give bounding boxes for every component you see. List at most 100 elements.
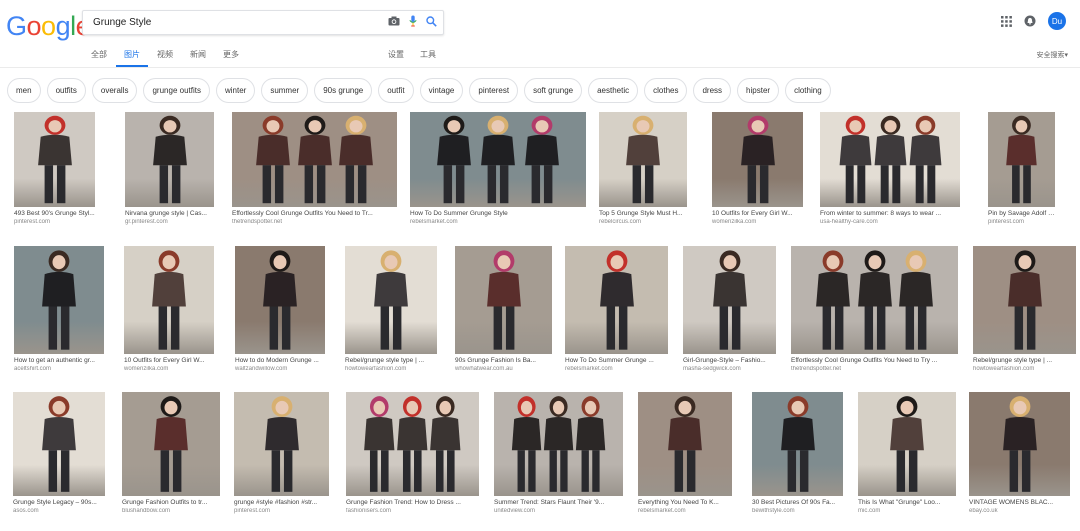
image-thumbnail[interactable] [638,392,732,496]
image-thumbnail[interactable] [683,246,776,354]
image-caption[interactable]: 30 Best Pictures Of 90s Fa... [752,499,843,506]
image-thumbnail[interactable] [820,112,960,207]
image-caption[interactable]: 90s Grunge Fashion Is Ba... [455,357,552,364]
image-thumbnail[interactable] [565,246,668,354]
related-chip[interactable]: pinterest [469,78,519,103]
related-chip[interactable]: overalls [91,78,138,103]
image-thumbnail[interactable] [858,392,956,496]
related-chip[interactable]: grunge outfits [143,78,210,103]
image-thumbnail[interactable] [122,392,220,496]
image-caption[interactable]: Grunge Fashion Trend: How to Dress ... [346,499,479,506]
image-caption[interactable]: From winter to summer: 8 ways to wear ..… [820,210,960,217]
image-result[interactable]: Effortlessly Cool Grunge Outfits You Nee… [232,112,397,225]
image-result[interactable]: How to get an authentic gr... aceltshirt.… [14,246,104,372]
image-result[interactable]: How To Do Summer Grunge Style rebelsmarke… [410,112,586,225]
image-thumbnail[interactable] [13,392,105,496]
tab-images[interactable]: 图片 [116,49,148,67]
image-thumbnail[interactable] [969,392,1070,496]
image-thumbnail[interactable] [124,246,214,354]
image-thumbnail[interactable] [712,112,803,207]
image-result[interactable]: Girl-Grunge-Style – Fashio... masha-sedgw… [683,246,776,372]
related-chip[interactable]: aesthetic [588,78,639,103]
tab-news[interactable]: 新闻 [190,49,206,67]
image-result[interactable]: grunge #style #fashion #str... pinterest.… [234,392,329,514]
image-thumbnail[interactable] [599,112,687,207]
image-caption[interactable]: VINTAGE WOMENS BLAC... [969,499,1070,506]
image-caption[interactable]: 493 Best 90's Grunge Styl... [14,210,95,217]
image-caption[interactable]: Summer Trend: Stars Flaunt Their '9... [494,499,623,506]
image-caption[interactable]: How to do Modern Grunge ... [235,357,325,364]
image-result[interactable]: Everything You Need To K... rebelsmarket.… [638,392,732,514]
image-caption[interactable]: How to get an authentic gr... [14,357,104,364]
microphone-icon[interactable] [409,15,417,27]
tab-videos[interactable]: 视频 [157,49,173,67]
related-chip[interactable]: clothes [644,78,688,103]
related-chip[interactable]: soft grunge [524,78,583,103]
image-caption[interactable]: Pin by Savage Adolf on Gr... [988,210,1055,217]
image-result[interactable]: Pin by Savage Adolf on Gr... pinterest.co… [988,112,1055,225]
related-chip[interactable]: clothing [785,78,831,103]
image-result[interactable]: 10 Outfits for Every Girl W... womenzilka… [712,112,803,225]
camera-icon[interactable] [388,16,400,26]
image-result[interactable]: 493 Best 90's Grunge Styl... pinterest.co… [14,112,95,225]
image-thumbnail[interactable] [14,112,95,207]
image-thumbnail[interactable] [345,246,437,354]
image-caption[interactable]: Rebel/grunge style type | ... [973,357,1076,364]
image-result[interactable]: 90s Grunge Fashion Is Ba... whowhatwear.c… [455,246,552,372]
search-input[interactable]: Grunge Style [93,17,151,28]
image-caption[interactable]: How To Do Summer Grunge ... [565,357,668,364]
image-result[interactable]: VINTAGE WOMENS BLAC... ebay.co.uk [969,392,1070,514]
image-caption[interactable]: Effortlessly Cool Grunge Outfits You Nee… [232,210,397,217]
safesearch-toggle[interactable]: 安全搜索▾ [1036,50,1068,60]
image-result[interactable]: Grunge Fashion Trend: How to Dress ... fa… [346,392,479,514]
settings-link[interactable]: 设置 [388,49,404,67]
related-chip[interactable]: dress [693,78,732,103]
image-result[interactable]: Rebel/grunge style type | ... howtowearfa… [973,246,1076,372]
related-chip[interactable]: hipster [737,78,780,103]
tab-all[interactable]: 全部 [91,49,107,67]
image-result[interactable]: Grunge Style Legacy – 90s... asos.com [13,392,105,514]
tab-more[interactable]: 更多 [223,49,239,67]
image-result[interactable]: Top 5 Grunge Style Must H... rebelcircus.… [599,112,687,225]
image-caption[interactable]: Everything You Need To K... [638,499,732,506]
image-thumbnail[interactable] [235,246,325,354]
image-result[interactable]: Rebel/grunge style type | ... howtowearfa… [345,246,437,372]
image-result[interactable]: Summer Trend: Stars Flaunt Their '9... un… [494,392,623,514]
image-caption[interactable]: Grunge Fashion Outfits to tr... [122,499,220,506]
image-thumbnail[interactable] [125,112,214,207]
image-caption[interactable]: 10 Outfits for Every Girl W... [712,210,803,217]
image-thumbnail[interactable] [973,246,1076,354]
account-avatar[interactable]: Du [1048,12,1066,30]
related-chip[interactable]: outfit [378,78,414,103]
tools-link[interactable]: 工具 [420,49,436,67]
related-chip[interactable]: summer [261,78,309,103]
notifications-icon[interactable] [1024,15,1036,27]
image-result[interactable]: Nirvana grunge style | Cas... gr.pinteres… [125,112,214,225]
image-thumbnail[interactable] [455,246,552,354]
image-thumbnail[interactable] [752,392,843,496]
related-chip[interactable]: winter [215,78,256,103]
related-chip[interactable]: men [7,78,41,103]
search-icon[interactable] [426,15,437,27]
image-thumbnail[interactable] [14,246,104,354]
image-caption[interactable]: 10 Outfits for Every Girl W... [124,357,214,364]
related-chip[interactable]: vintage [419,78,464,103]
image-result[interactable]: 10 Outfits for Every Girl W... womenzilka… [124,246,214,372]
google-logo[interactable]: Google [6,11,91,42]
image-result[interactable]: How To Do Summer Grunge ... rebelsmarket.… [565,246,668,372]
image-result[interactable]: How to do Modern Grunge ... waltzandwillo… [235,246,325,372]
image-caption[interactable]: Effortlessly Cool Grunge Outfits You Nee… [791,357,958,364]
image-caption[interactable]: Rebel/grunge style type | ... [345,357,437,364]
related-chip[interactable]: 90s grunge [314,78,373,103]
image-caption[interactable]: Top 5 Grunge Style Must H... [599,210,687,217]
image-caption[interactable]: Grunge Style Legacy – 90s... [13,499,105,506]
image-caption[interactable]: Girl-Grunge-Style – Fashio... [683,357,776,364]
apps-grid-icon[interactable] [1001,15,1012,27]
image-thumbnail[interactable] [494,392,623,496]
related-chip[interactable]: outfits [46,78,86,103]
image-result[interactable]: 30 Best Pictures Of 90s Fa... bewithstyle… [752,392,843,514]
image-caption[interactable]: Nirvana grunge style | Cas... [125,210,214,217]
image-result[interactable]: From winter to summer: 8 ways to wear ..… [820,112,960,225]
image-result[interactable]: This Is What "Grunge" Loo... mic.com [858,392,956,514]
image-result[interactable]: Effortlessly Cool Grunge Outfits You Nee… [791,246,958,372]
